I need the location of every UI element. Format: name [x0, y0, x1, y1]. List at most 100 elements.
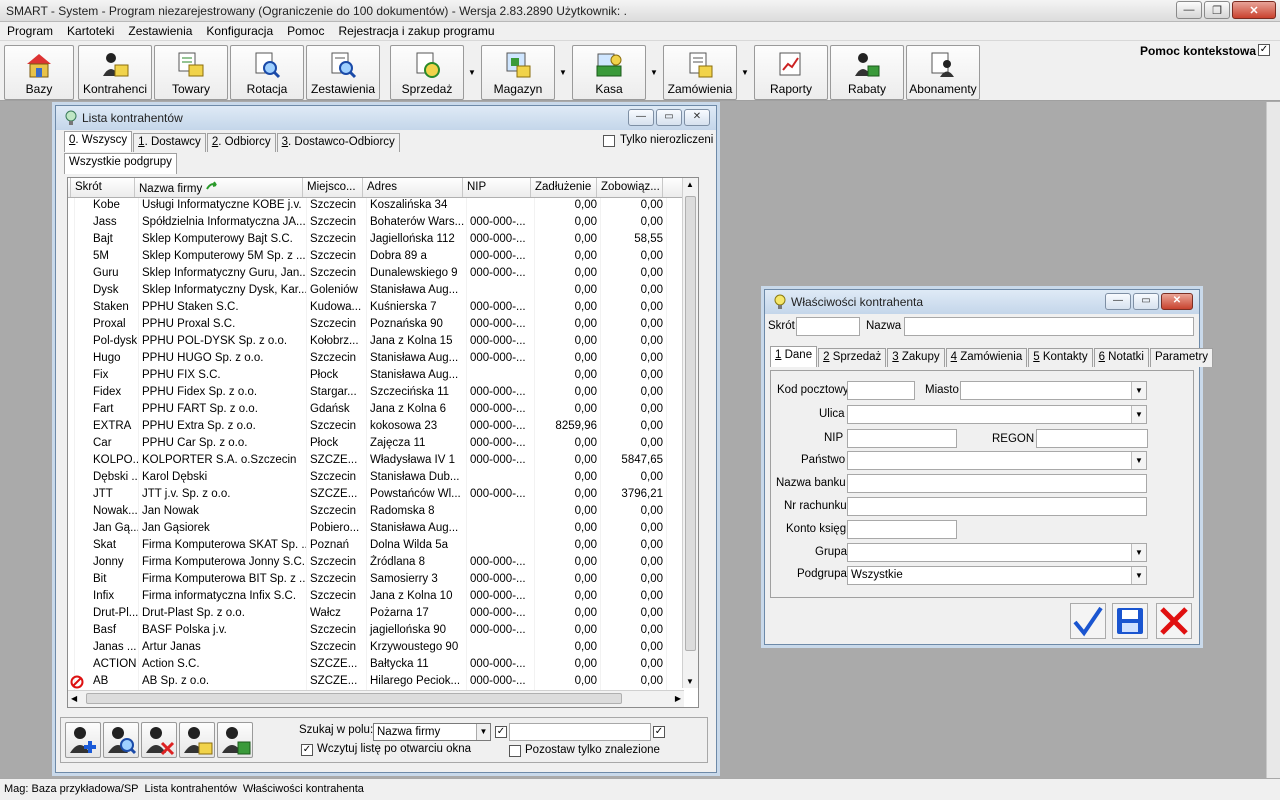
- col-nazwa-firmy[interactable]: Nazwa firmy: [135, 178, 303, 197]
- rabaty-button[interactable]: Rabaty: [830, 45, 904, 100]
- nr-rachunku-input[interactable]: [847, 497, 1147, 516]
- contractor-money-button[interactable]: [217, 722, 253, 758]
- zamowienia-dropdown-icon[interactable]: ▼: [738, 45, 752, 100]
- leave-found-checkbox[interactable]: [509, 745, 521, 757]
- table-row[interactable]: Drut-Pl... Drut-Plast Sp. z o.o. Wałcz Poża…: [68, 606, 698, 623]
- table-row[interactable]: Car PPHU Car Sp. z o.o. Płock Zajęcza 11 000…: [68, 436, 698, 453]
- table-horizontal-scrollbar[interactable]: ◀ ▶: [68, 690, 684, 707]
- restore-button[interactable]: ❐: [1204, 1, 1230, 19]
- status-list[interactable]: Lista kontrahentów: [145, 783, 237, 796]
- tab-zakupy[interactable]: 3 Zakupy: [887, 348, 945, 367]
- col-zobowiazania[interactable]: Zobowiąz...: [597, 178, 663, 197]
- tab-wszyscy[interactable]: 0. Wszyscy: [64, 131, 133, 152]
- table-row[interactable]: Jass Spółdzielnia Informatyczna JA... Szcz…: [68, 215, 698, 232]
- regon-input[interactable]: [1036, 429, 1148, 448]
- menu-pomoc[interactable]: Pomoc: [280, 24, 331, 38]
- col-skrot[interactable]: Skrót: [71, 178, 135, 197]
- table-row[interactable]: Hugo PPHU HUGO Sp. z o.o. Szczecin Stanisła…: [68, 351, 698, 368]
- kod-pocztowy-input[interactable]: [847, 381, 915, 400]
- props-close-button[interactable]: ✕: [1161, 293, 1193, 310]
- grupa-combo[interactable]: ▼: [847, 543, 1147, 562]
- table-row[interactable]: Jonny Firma Komputerowa Jonny S.C. Szczeci…: [68, 555, 698, 572]
- status-props[interactable]: Właściwości kontrahenta: [243, 783, 364, 796]
- minimize-button[interactable]: —: [1176, 1, 1202, 19]
- menu-program[interactable]: Program: [0, 24, 60, 38]
- table-row[interactable]: Fix PPHU FIX S.C. Płock Stanisława Aug... 0,…: [68, 368, 698, 385]
- col-nip[interactable]: NIP: [463, 178, 531, 197]
- table-row[interactable]: Nowak... Jan Nowak Szczecin Radomska 8 0,00 0…: [68, 504, 698, 521]
- miasto-combo[interactable]: ▼: [960, 381, 1147, 400]
- list-maximize-button[interactable]: ▭: [656, 109, 682, 126]
- props-maximize-button[interactable]: ▭: [1133, 293, 1159, 310]
- col-adres[interactable]: Adres: [363, 178, 463, 197]
- tab-zamowienia[interactable]: 4 Zamówienia: [945, 348, 1028, 367]
- col-miejscowosc[interactable]: Miejsco...: [303, 178, 363, 197]
- tab-dane[interactable]: 1 Dane: [770, 346, 818, 367]
- table-row[interactable]: Basf BASF Polska j.v. Szczecin jagiellońska…: [68, 623, 698, 640]
- confirm-button[interactable]: [1070, 603, 1106, 639]
- abonamenty-button[interactable]: Abonamenty: [906, 45, 980, 100]
- magazyn-dropdown-icon[interactable]: ▼: [556, 45, 570, 100]
- table-vertical-scrollbar[interactable]: ▲ ▼: [682, 178, 698, 688]
- nip-input[interactable]: [847, 429, 957, 448]
- ulica-combo[interactable]: ▼: [847, 405, 1147, 424]
- search-input[interactable]: [509, 723, 651, 741]
- search-option-checkbox[interactable]: ✓: [495, 726, 507, 738]
- sprzedaz-dropdown-icon[interactable]: ▼: [465, 45, 479, 100]
- skrot-input[interactable]: [796, 317, 860, 336]
- delete-contractor-button[interactable]: [141, 722, 177, 758]
- menu-konfiguracja[interactable]: Konfiguracja: [199, 24, 280, 38]
- rotacja-button[interactable]: Rotacja: [230, 45, 304, 100]
- konto-ksieg-input[interactable]: [847, 520, 957, 539]
- kasa-dropdown-icon[interactable]: ▼: [647, 45, 661, 100]
- tab-parametry[interactable]: Parametry: [1149, 348, 1214, 367]
- col-zadluzenie[interactable]: Zadłużenie: [531, 178, 597, 197]
- magazyn-button[interactable]: Magazyn: [481, 45, 555, 100]
- add-contractor-button[interactable]: [65, 722, 101, 758]
- menu-kartoteki[interactable]: Kartoteki: [60, 24, 121, 38]
- table-row[interactable]: Staken PPHU Staken S.C. Kudowa... Kuśniersk…: [68, 300, 698, 317]
- zestawienia-button[interactable]: Zestawienia: [306, 45, 380, 100]
- table-row[interactable]: Guru Sklep Informatyczny Guru, Jan... Szcz…: [68, 266, 698, 283]
- kasa-button[interactable]: Kasa: [572, 45, 646, 100]
- table-row[interactable]: Pol-dysk PPHU POL-DYSK Sp. z o.o. Kołobrz.…: [68, 334, 698, 351]
- cancel-button[interactable]: [1156, 603, 1192, 639]
- table-row[interactable]: Bit Firma Komputerowa BIT Sp. z ... Szczec…: [68, 572, 698, 589]
- list-minimize-button[interactable]: —: [628, 109, 654, 126]
- search-exact-checkbox[interactable]: ✓: [653, 726, 665, 738]
- table-row[interactable]: Infix Firma informatyczna Infix S.C. Szcze…: [68, 589, 698, 606]
- tab-dostawco-odbiorcy[interactable]: 3. Dostawco-Odbiorcy: [276, 133, 400, 152]
- close-button[interactable]: ✕: [1232, 1, 1276, 19]
- menu-rejestracja[interactable]: Rejestracja i zakup programu: [331, 24, 501, 38]
- menu-zestawienia[interactable]: Zestawienia: [121, 24, 199, 38]
- contractor-folder-button[interactable]: [179, 722, 215, 758]
- tab-odbiorcy[interactable]: 2. Odbiorcy: [206, 133, 276, 152]
- view-contractor-button[interactable]: [103, 722, 139, 758]
- tab-sprzedaz[interactable]: 2 Sprzedaż: [818, 348, 887, 367]
- raporty-button[interactable]: Raporty: [754, 45, 828, 100]
- save-button[interactable]: [1112, 603, 1148, 639]
- table-row[interactable]: Kobe Usługi Informatyczne KOBE j.v. Szczec…: [68, 198, 698, 215]
- nazwa-input[interactable]: [904, 317, 1194, 336]
- help-context-checkbox[interactable]: ✓: [1258, 44, 1270, 56]
- table-row[interactable]: Fart PPHU FART Sp. z o.o. Gdańsk Jana z Kol…: [68, 402, 698, 419]
- props-minimize-button[interactable]: —: [1105, 293, 1131, 310]
- bazy-button[interactable]: Bazy: [4, 45, 74, 100]
- table-row[interactable]: Dysk Sklep Informatyczny Dysk, Kar... Gole…: [68, 283, 698, 300]
- desktop-scrollbar[interactable]: [1266, 102, 1280, 778]
- table-row[interactable]: EXTRA PPHU Extra Sp. z o.o. Szczecin kokoso…: [68, 419, 698, 436]
- tab-dostawcy[interactable]: 1. Dostawcy: [133, 133, 206, 152]
- table-row[interactable]: Jan Gą... Jan Gąsiorek Pobiero... Stanisław…: [68, 521, 698, 538]
- list-close-button[interactable]: ✕: [684, 109, 710, 126]
- table-row[interactable]: Janas ... Artur Janas Szczecin Krzywoustego…: [68, 640, 698, 657]
- tab-kontakty[interactable]: 5 Kontakty: [1028, 348, 1093, 367]
- panstwo-combo[interactable]: ▼: [847, 451, 1147, 470]
- table-row[interactable]: Bajt Sklep Komputerowy Bajt S.C. Szczecin J…: [68, 232, 698, 249]
- zamowienia-button[interactable]: Zamówienia: [663, 45, 737, 100]
- tab-notatki[interactable]: 6 Notatki: [1093, 348, 1149, 367]
- kontrahenci-button[interactable]: Kontrahenci: [78, 45, 152, 100]
- table-row[interactable]: Proxal PPHU Proxal S.C. Szczecin Poznańska …: [68, 317, 698, 334]
- table-row[interactable]: Skat Firma Komputerowa SKAT Sp. ... Poznań…: [68, 538, 698, 555]
- table-row[interactable]: ACTION Action S.C. SZCZE... Bałtycka 11 000-…: [68, 657, 698, 674]
- search-field-select[interactable]: Nazwa firmy ▼: [373, 723, 491, 741]
